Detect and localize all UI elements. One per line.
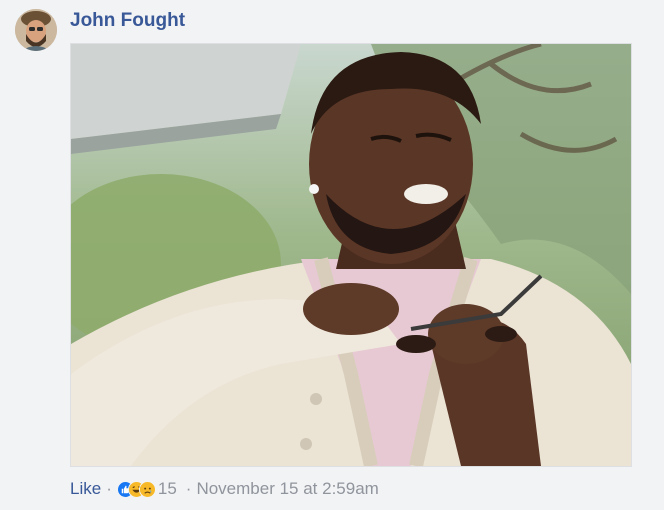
- like-link[interactable]: Like: [70, 479, 101, 499]
- comment-timestamp[interactable]: November 15 at 2:59am: [196, 479, 378, 499]
- gif-image[interactable]: [70, 43, 632, 467]
- separator-dot: ·: [185, 479, 192, 498]
- reactions-summary[interactable]: 15: [116, 479, 177, 499]
- sad-reaction-icon: [138, 480, 156, 498]
- avatar[interactable]: [15, 9, 57, 51]
- comment-actions: Like · 15 · November 15 at 2:59am: [70, 478, 379, 500]
- gif-illustration: [71, 44, 631, 466]
- author-name[interactable]: John Fought: [70, 10, 185, 32]
- comment: John Fought Like · 15 · November 15 at 2…: [0, 0, 664, 510]
- separator-dot: ·: [106, 479, 112, 498]
- avatar-image: [15, 9, 57, 51]
- reaction-count: 15: [157, 479, 177, 498]
